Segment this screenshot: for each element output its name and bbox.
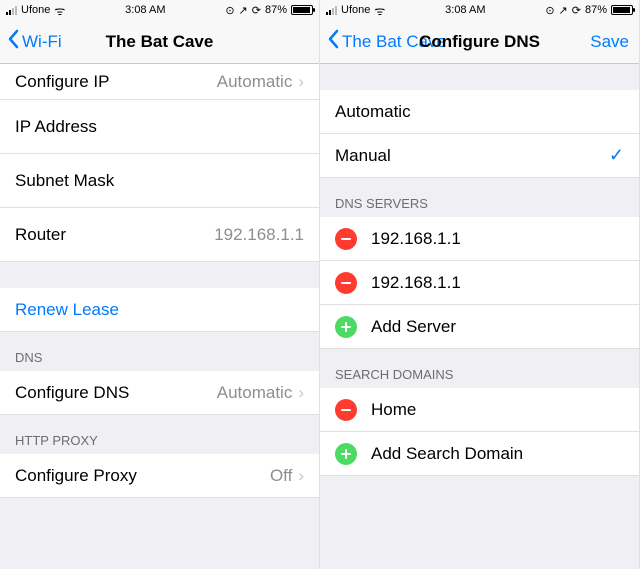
battery-pct: 87% <box>265 4 287 16</box>
back-label: The Bat Cave <box>342 32 446 52</box>
screen-wifi-details: Ufone ᯤ 3:08 AM ⊙ ↗ ⟳ 87% Wi-Fi The Bat … <box>0 0 320 569</box>
chevron-left-icon <box>8 29 20 54</box>
alarm-icon: ⊙ <box>225 4 234 17</box>
search-domains-header: SEARCH DOMAINS <box>320 349 639 388</box>
row-value: Off <box>270 466 292 486</box>
dns-section-header: DNS <box>0 332 319 371</box>
option-label: Manual <box>335 146 391 166</box>
search-domain-row[interactable]: Home <box>320 388 639 432</box>
wifi-icon: ᯤ <box>54 2 65 19</box>
row-value: Automatic <box>217 72 293 92</box>
remove-icon[interactable] <box>335 399 357 421</box>
navbar: The Bat Cave Configure DNS Save <box>320 20 639 64</box>
rotation-lock-icon: ⟳ <box>572 4 581 17</box>
add-domain-label: Add Search Domain <box>371 444 523 464</box>
chevron-right-icon: › <box>298 72 304 92</box>
row-label: IP Address <box>15 117 97 137</box>
content: Automatic Manual ✓ DNS SERVERS 192.168.1… <box>320 64 639 569</box>
configure-dns-row[interactable]: Configure DNS Automatic › <box>0 371 319 415</box>
option-label: Automatic <box>335 102 411 122</box>
status-bar: Ufone ᯤ 3:08 AM ⊙ ↗ ⟳ 87% <box>0 0 319 20</box>
row-label: Router <box>15 225 66 245</box>
renew-lease-button[interactable]: Renew Lease <box>0 288 319 332</box>
ip-address-row[interactable]: IP Address <box>0 100 319 154</box>
status-bar: Ufone ᯤ 3:08 AM ⊙ ↗ ⟳ 87% <box>320 0 639 20</box>
row-value: Automatic <box>217 383 293 403</box>
row-label: Configure IP <box>15 72 110 92</box>
battery-icon <box>291 5 313 15</box>
location-icon: ↗ <box>559 4 568 17</box>
dns-server-row[interactable]: 192.168.1.1 <box>320 261 639 305</box>
content: Configure IP Automatic › IP Address Subn… <box>0 64 319 569</box>
clock: 3:08 AM <box>125 4 165 16</box>
rotation-lock-icon: ⟳ <box>252 4 261 17</box>
carrier-label: Ufone <box>341 4 370 16</box>
configure-ip-row[interactable]: Configure IP Automatic › <box>0 64 319 100</box>
wifi-icon: ᯤ <box>374 2 385 19</box>
dns-servers-header: DNS SERVERS <box>320 178 639 217</box>
row-label: Configure DNS <box>15 383 129 403</box>
dns-mode-manual[interactable]: Manual ✓ <box>320 134 639 178</box>
screen-configure-dns: Ufone ᯤ 3:08 AM ⊙ ↗ ⟳ 87% The Bat Cave C… <box>320 0 640 569</box>
signal-icon <box>326 5 337 15</box>
add-search-domain-row[interactable]: Add Search Domain <box>320 432 639 476</box>
save-button[interactable]: Save <box>590 32 629 52</box>
checkmark-icon: ✓ <box>609 145 624 166</box>
subnet-mask-row[interactable]: Subnet Mask <box>0 154 319 208</box>
add-server-row[interactable]: Add Server <box>320 305 639 349</box>
chevron-left-icon <box>328 29 340 54</box>
domain-value: Home <box>371 400 416 420</box>
row-label: Configure Proxy <box>15 466 137 486</box>
battery-pct: 87% <box>585 4 607 16</box>
configure-proxy-row[interactable]: Configure Proxy Off › <box>0 454 319 498</box>
back-button[interactable]: Wi-Fi <box>8 29 62 54</box>
add-server-label: Add Server <box>371 317 456 337</box>
dns-server-row[interactable]: 192.168.1.1 <box>320 217 639 261</box>
server-value: 192.168.1.1 <box>371 229 461 249</box>
row-value: 192.168.1.1 <box>214 225 304 245</box>
router-row[interactable]: Router 192.168.1.1 <box>0 208 319 262</box>
location-icon: ↗ <box>239 4 248 17</box>
signal-icon <box>6 5 17 15</box>
chevron-right-icon: › <box>298 383 304 403</box>
server-value: 192.168.1.1 <box>371 273 461 293</box>
dns-mode-automatic[interactable]: Automatic <box>320 90 639 134</box>
back-label: Wi-Fi <box>22 32 62 52</box>
clock: 3:08 AM <box>445 4 485 16</box>
carrier-label: Ufone <box>21 4 50 16</box>
add-icon[interactable] <box>335 316 357 338</box>
row-label: Subnet Mask <box>15 171 114 191</box>
chevron-right-icon: › <box>298 466 304 486</box>
remove-icon[interactable] <box>335 272 357 294</box>
navbar: Wi-Fi The Bat Cave <box>0 20 319 64</box>
add-icon[interactable] <box>335 443 357 465</box>
http-proxy-section-header: HTTP PROXY <box>0 415 319 454</box>
row-label: Renew Lease <box>15 300 119 320</box>
battery-icon <box>611 5 633 15</box>
remove-icon[interactable] <box>335 228 357 250</box>
back-button[interactable]: The Bat Cave <box>328 29 446 54</box>
alarm-icon: ⊙ <box>545 4 554 17</box>
